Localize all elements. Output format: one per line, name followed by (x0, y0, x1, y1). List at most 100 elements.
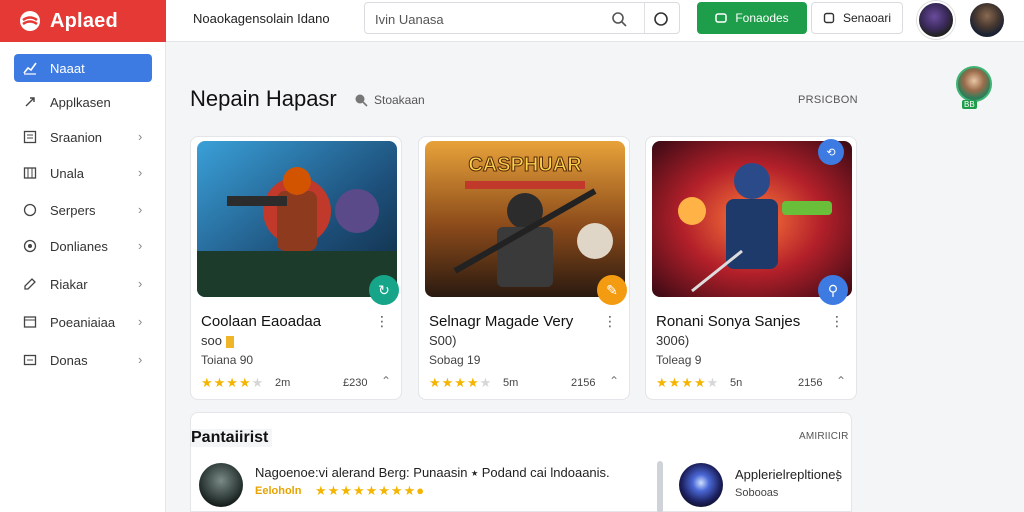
sidebar-item-unala[interactable]: Unala › (14, 159, 152, 187)
chevron-up-icon[interactable]: ⌃ (836, 374, 846, 388)
app-card-downloads: 2m (275, 377, 291, 389)
sidebar-item-sraanion[interactable]: Sraanion › (14, 123, 152, 151)
user-avatar[interactable] (970, 3, 1004, 37)
app-card-count: £230 (343, 377, 368, 389)
profile-avatar[interactable] (956, 66, 992, 102)
primary-button-label: Fonaodes (735, 11, 789, 25)
app-card-art-title: CASPHUAR (468, 154, 582, 176)
search-icon[interactable] (611, 11, 627, 27)
star-rating: ★★★★★ (201, 375, 265, 390)
app-card-subtitle: Toiana 90 (201, 353, 254, 367)
app-card-downloads: 5n (730, 377, 743, 389)
secondary-button[interactable]: Senaoari (811, 2, 903, 34)
app-card-artwork: CASPHUAR (425, 141, 625, 297)
list-panel: Pantaiirist AMIRIICIR Nagoenoe:vi aleran… (190, 412, 852, 512)
app-card[interactable]: ⟲ ⚲ Ronani Sonya Sanjes ⋮ 3006) Toleag 9… (645, 136, 857, 400)
app-card-downloads: 5m (503, 377, 519, 389)
app-card-meta: S00) (429, 333, 457, 348)
section-subtitle: Stoakaan (374, 93, 425, 107)
more-icon[interactable]: ⋮ (375, 313, 389, 330)
sidebar-item-label: Donlianes (50, 238, 108, 254)
list-item[interactable]: Nagoenoe:vi alerand Berg: Punaasin ⭑ Pod… (199, 463, 639, 512)
sidebar-item-label: Donas (50, 352, 88, 368)
section-filter[interactable]: Stoakaan (354, 93, 425, 107)
chevron-right-icon: › (138, 129, 143, 144)
share-icon[interactable]: ↻ (369, 275, 399, 305)
chevron-right-icon: › (138, 165, 143, 180)
search-box (364, 2, 680, 34)
search-divider (644, 3, 645, 33)
sidebar-item-label: Sraanion (50, 129, 103, 145)
sidebar-item-riakar[interactable]: Riakar › (14, 270, 152, 298)
sidebar-item-label: Naaat (50, 60, 85, 76)
edit-icon (22, 276, 38, 292)
square-icon (823, 12, 835, 24)
chat-icon (715, 13, 728, 23)
sidebar-item-poeaniaiaa[interactable]: Poeaniaiaa › (14, 308, 152, 336)
edit-icon[interactable]: ✎ (597, 275, 627, 305)
app-card-artwork (197, 141, 397, 297)
chevron-right-icon: › (138, 202, 143, 217)
app-card-artwork (652, 141, 852, 297)
chevron-right-icon: › (138, 276, 143, 291)
app-card-meta: soo (201, 333, 234, 348)
chevron-right-icon: › (138, 352, 143, 367)
app-card-title: Selnagr Magade Very (429, 313, 574, 330)
list-item-subtitle: Sobooas (735, 487, 779, 499)
search-input[interactable] (375, 9, 595, 29)
shield-icon (22, 202, 38, 218)
sidebar-item-donas[interactable]: Donas › (14, 346, 152, 374)
main-content: Nepain Hapasr Stoakaan PRSICBON BB ↻ Coo… (166, 42, 1024, 512)
star-rating: ★★★★★ (656, 375, 720, 390)
sidebar-item-donlianes[interactable]: Donlianes › (14, 232, 152, 260)
more-icon[interactable]: ⋮ (831, 467, 845, 484)
list-item-avatar (679, 463, 723, 507)
panel-link[interactable]: AMIRIICIR (799, 431, 849, 442)
sidebar-item-label: Applkasen (50, 94, 111, 110)
chevron-right-icon: › (138, 238, 143, 253)
app-card-subtitle: Sobag 19 (429, 353, 481, 367)
more-icon[interactable]: ⋮ (603, 313, 617, 330)
app-card-title: Coolaan Eaoadaa (201, 313, 322, 330)
list-item-title: Applerielrepltiones (735, 467, 842, 482)
chevron-up-icon[interactable]: ⌃ (609, 374, 619, 388)
more-icon[interactable]: ⋮ (830, 313, 844, 330)
sidebar-item-naaat[interactable]: Naaat (14, 54, 152, 82)
panel-icon (22, 314, 38, 330)
tag-icon (225, 335, 234, 348)
app-card-meta-text: soo (201, 333, 222, 348)
list-icon (22, 129, 38, 145)
circle-icon[interactable] (653, 11, 669, 27)
secondary-button-label: Senaoari (842, 11, 892, 25)
sidebar: Naaat Applkasen Sraanion › Unala › Serpe… (0, 42, 166, 512)
refresh-icon[interactable]: ⟲ (818, 139, 844, 165)
app-card-meta: 3006) (656, 333, 690, 348)
list-item-title: Nagoenoe:vi alerand Berg: Punaasin ⭑ Pod… (255, 465, 610, 480)
list-item-subtitle: Eeloholn (255, 485, 302, 497)
sidebar-item-applkasen[interactable]: Applkasen (14, 88, 152, 116)
accessibility-icon[interactable]: ⚲ (818, 275, 848, 305)
game-avatar[interactable] (917, 1, 955, 39)
app-card[interactable]: CASPHUAR ✎ Selnagr Magade Very ⋮ S00) So… (418, 136, 630, 400)
profile-badge: BB (962, 100, 977, 109)
scrollbar[interactable] (657, 461, 663, 512)
section-link: PRSICBON (798, 94, 858, 106)
sidebar-item-serpers[interactable]: Serpers › (14, 196, 152, 224)
brand[interactable]: Aplaed (0, 0, 166, 42)
app-name: Noaokagensolain Idano (193, 11, 330, 26)
chevron-up-icon[interactable]: ⌃ (381, 374, 391, 388)
sidebar-item-label: Serpers (50, 202, 96, 218)
list-item[interactable]: Applerielrepltiones Sobooas ⋮ (679, 463, 849, 512)
grid-icon (22, 165, 38, 181)
app-card[interactable]: ↻ Coolaan Eaoadaa ⋮ soo Toiana 90 ★★★★★ … (190, 136, 402, 400)
app-card-title: Ronani Sonya Sanjes (656, 313, 801, 330)
primary-button[interactable]: Fonaodes (697, 2, 807, 34)
brand-logo-icon (20, 11, 40, 31)
chevron-right-icon: › (138, 314, 143, 329)
app-card-count: 2156 (571, 377, 596, 389)
sidebar-item-label: Riakar (50, 276, 88, 292)
app-card-count: 2156 (798, 377, 823, 389)
sidebar-item-label: Poeaniaiaa (50, 314, 116, 330)
list-item-avatar (199, 463, 243, 507)
sidebar-item-label: Unala (50, 165, 84, 181)
